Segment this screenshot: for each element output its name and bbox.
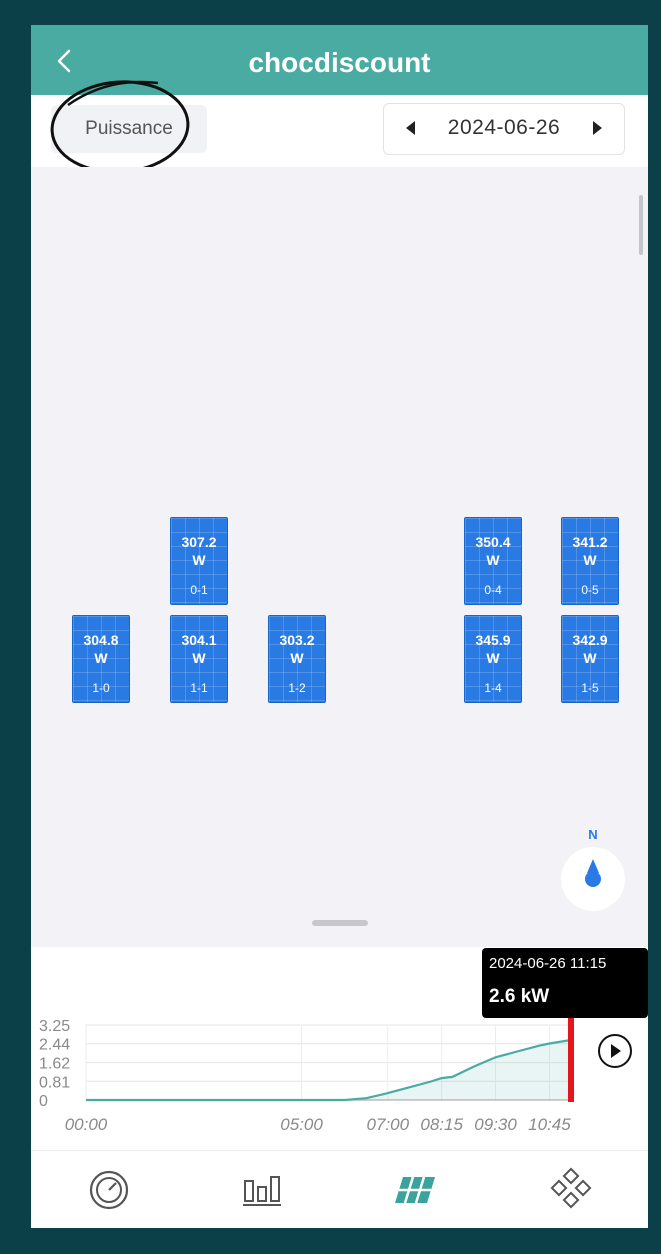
bar-chart-icon[interactable] (237, 1165, 287, 1215)
solar-panel[interactable]: 307.2 W 0-1 (170, 517, 228, 605)
x-tick-label: 07:00 (367, 1115, 410, 1134)
x-tick-label: 00:00 (65, 1115, 108, 1134)
toolbar: Puissance 2024-06-26 (31, 95, 648, 167)
app-screen: chocdiscount Puissance 2024-06-26 307.2 … (31, 25, 648, 1228)
play-button[interactable] (598, 1034, 632, 1068)
panel-layout-canvas[interactable]: 307.2 W 0-1 350.4 W 0-4 341.2 W 0-5 304.… (31, 167, 648, 947)
page-title: chocdiscount (248, 47, 431, 78)
solar-panel-icon[interactable] (391, 1165, 441, 1215)
panel-id: 1-0 (92, 681, 110, 695)
panel-power-value: 304.8 (83, 632, 119, 648)
gauge-icon[interactable] (84, 1165, 134, 1215)
mode-selector-button[interactable]: Puissance (51, 105, 207, 153)
chart-tooltip: 2024-06-26 11:15 2.6 kW (482, 948, 648, 1018)
panel-id: 0-4 (484, 583, 502, 597)
panel-power-value: 303.2 (279, 632, 315, 648)
panel-power-unit: W (192, 552, 206, 568)
drag-handle[interactable] (312, 920, 368, 926)
panel-power-unit: W (583, 650, 597, 666)
panel-power-unit: W (192, 650, 206, 666)
solar-panel[interactable]: 342.9 W 1-5 (561, 615, 619, 703)
power-chart[interactable]: 0 0.811.62 2.44 3.25 00:00 05:00 07:00 08:15 09:… (31, 1010, 591, 1145)
x-tick-label: 09:30 (474, 1115, 517, 1134)
series-area (86, 1040, 571, 1100)
x-tick-label: 10:45 (528, 1115, 571, 1134)
compass-dot-icon (585, 871, 601, 887)
bottom-tab-bar (31, 1150, 648, 1228)
y-tick-label: 1.62 (39, 1056, 70, 1073)
y-tick-label: 0 (39, 1093, 48, 1110)
panel-power-value: 345.9 (475, 632, 511, 648)
y-tick-label: 3.25 (39, 1018, 70, 1035)
diamond-grid-icon[interactable] (546, 1165, 596, 1215)
header-bar: chocdiscount (31, 25, 648, 95)
panel-power-value: 350.4 (475, 534, 511, 550)
date-picker[interactable]: 2024-06-26 (383, 103, 625, 155)
compass-north-label: N (588, 827, 598, 842)
panel-id: 1-5 (581, 681, 599, 695)
panel-power-value: 342.9 (572, 632, 608, 648)
panel-id: 0-1 (190, 583, 208, 597)
x-tick-label: 05:00 (280, 1115, 323, 1134)
y-tick-label: 0.81 (39, 1074, 70, 1091)
solar-panel[interactable]: 350.4 W 0-4 (464, 517, 522, 605)
panel-power-value: 307.2 (181, 534, 217, 550)
compass-button[interactable]: N (561, 827, 625, 911)
date-label: 2024-06-26 (447, 116, 561, 139)
solar-panel[interactable]: 304.1 W 1-1 (170, 615, 228, 703)
panel-power-unit: W (290, 650, 304, 666)
tooltip-value: 2.6 kW (489, 986, 550, 1007)
y-tick-label: 2.44 (39, 1037, 70, 1054)
panel-power-unit: W (583, 552, 597, 568)
play-icon (611, 1044, 621, 1058)
panel-id: 0-5 (581, 583, 599, 597)
caret-right-icon[interactable] (593, 121, 602, 135)
panel-id: 1-4 (484, 681, 502, 695)
panel-power-unit: W (94, 650, 108, 666)
panel-power-unit: W (486, 650, 500, 666)
solar-panel[interactable]: 341.2 W 0-5 (561, 517, 619, 605)
scrollbar[interactable] (639, 195, 643, 255)
solar-panel[interactable]: 304.8 W 1-0 (72, 615, 130, 703)
tooltip-datetime: 2024-06-26 11:15 (489, 955, 607, 972)
panel-id: 1-1 (190, 681, 208, 695)
solar-panel[interactable]: 345.9 W 1-4 (464, 615, 522, 703)
panel-id: 1-2 (288, 681, 306, 695)
panel-power-value: 341.2 (572, 534, 608, 550)
panel-power-value: 304.1 (181, 632, 217, 648)
panel-power-unit: W (486, 552, 500, 568)
solar-panel[interactable]: 303.2 W 1-2 (268, 615, 326, 703)
x-tick-label: 08:15 (420, 1115, 463, 1134)
